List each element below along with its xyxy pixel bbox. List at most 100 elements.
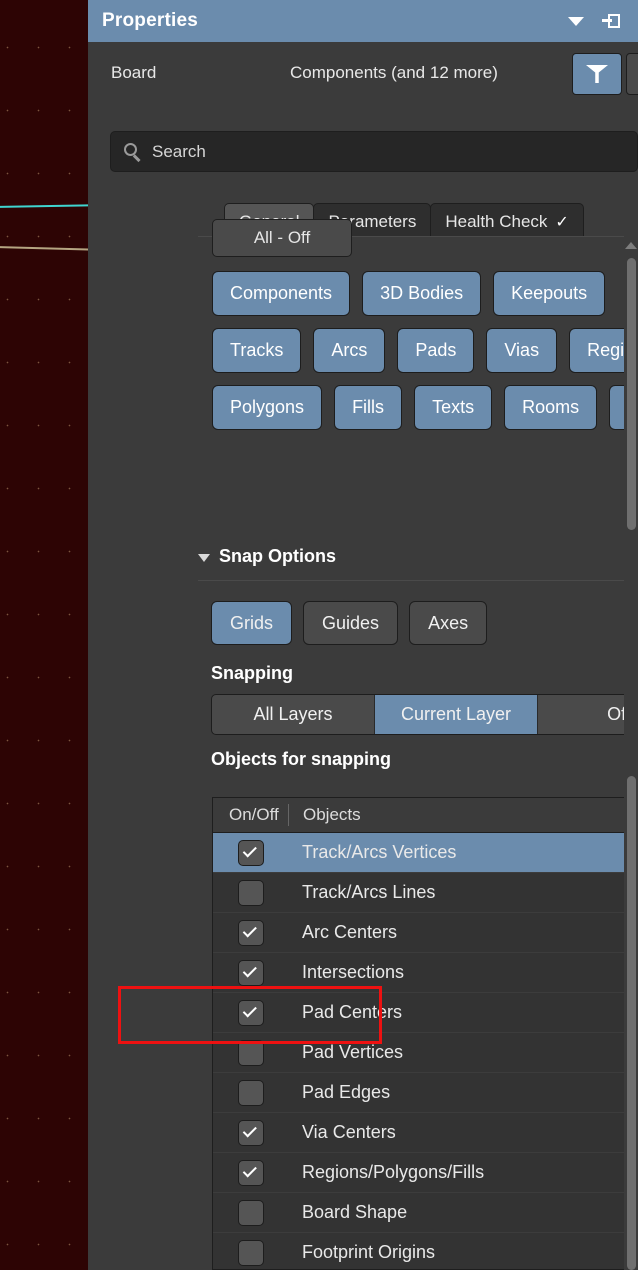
row-label: Via Centers xyxy=(288,1122,396,1143)
grid-dots xyxy=(0,0,88,1270)
chip-fills[interactable]: Fills xyxy=(334,385,402,430)
properties-panel: Properties Board Components (and 12 more… xyxy=(88,0,638,1270)
checkbox-cell xyxy=(213,1040,288,1066)
chip-label: 3D Bodies xyxy=(380,283,463,304)
chip-label: Keepouts xyxy=(511,283,587,304)
chevron-down-icon[interactable] xyxy=(568,17,584,26)
table-row[interactable]: Pad Edges xyxy=(213,1073,638,1113)
snap-target-buttons: Grids Guides Axes xyxy=(211,601,487,645)
table-row[interactable]: Pad Vertices xyxy=(213,1033,638,1073)
snapping-segmented-control: All Layers Current Layer Off xyxy=(211,694,638,735)
scrollbar-thumb[interactable] xyxy=(627,776,636,1270)
triangle-down-icon xyxy=(198,554,210,562)
row-label: Arc Centers xyxy=(288,922,397,943)
row-checkbox[interactable] xyxy=(238,1080,264,1106)
search-icon xyxy=(124,143,141,160)
tab-health-check[interactable]: Health Check ✓ xyxy=(430,203,583,240)
row-label: Board Shape xyxy=(288,1202,407,1223)
snap-options-section: Grids Guides Axes Snapping Shift+E All L… xyxy=(198,580,638,788)
checkbox-cell xyxy=(213,1240,288,1266)
chip-components[interactable]: Components xyxy=(212,271,350,316)
table-header: On/Off Objects xyxy=(213,798,638,833)
row-label: Track/Arcs Vertices xyxy=(288,842,456,863)
object-scope-row: Board Components (and 12 more) xyxy=(88,42,638,104)
snap-button-label: Guides xyxy=(322,613,379,634)
table-row[interactable]: Via Centers xyxy=(213,1113,638,1153)
row-label: Pad Centers xyxy=(288,1002,402,1023)
segment-off[interactable]: Off xyxy=(538,695,638,734)
snap-options-title: Snap Options xyxy=(219,546,336,567)
table-body: Track/Arcs Vertices Track/Arcs Lines Arc C… xyxy=(213,833,638,1270)
row-checkbox[interactable] xyxy=(238,920,264,946)
row-checkbox[interactable] xyxy=(238,1000,264,1026)
chip-pads[interactable]: Pads xyxy=(397,328,474,373)
filter-button[interactable] xyxy=(572,53,622,95)
snap-objects-table: On/Off Objects Track/Arcs VerticesTrack/… xyxy=(212,797,638,1270)
search-input[interactable]: Search xyxy=(110,131,638,172)
titlebar-icons xyxy=(568,14,624,28)
all-off-button[interactable]: All - Off xyxy=(212,219,352,257)
objects-for-snapping-label: Objects for snapping xyxy=(211,749,391,770)
dock-pin-icon[interactable] xyxy=(602,14,620,28)
table-row[interactable]: Footprint Origins xyxy=(213,1233,638,1270)
all-off-label: All - Off xyxy=(254,228,310,248)
chip-texts[interactable]: Texts xyxy=(414,385,492,430)
chip-3d-bodies[interactable]: 3D Bodies xyxy=(362,271,481,316)
chip-label: Polygons xyxy=(230,397,304,418)
column-header-objects: Objects xyxy=(289,805,638,825)
row-label: Track/Arcs Lines xyxy=(288,882,435,903)
scrollbar-thumb[interactable] xyxy=(627,258,636,530)
snap-button-label: Axes xyxy=(428,613,468,634)
chip-arcs[interactable]: Arcs xyxy=(313,328,385,373)
segment-all-layers[interactable]: All Layers xyxy=(212,695,375,734)
pcb-canvas[interactable] xyxy=(0,0,88,1270)
table-row[interactable]: Board Shape xyxy=(213,1193,638,1233)
row-checkbox[interactable] xyxy=(238,1160,264,1186)
column-header-onoff: On/Off xyxy=(213,805,288,825)
table-row[interactable]: Regions/Polygons/Fills xyxy=(213,1153,638,1193)
row-label: Regions/Polygons/Fills xyxy=(288,1162,484,1183)
segment-label: Current Layer xyxy=(401,704,511,725)
chip-vias[interactable]: Vias xyxy=(486,328,557,373)
row-checkbox[interactable] xyxy=(238,1040,264,1066)
segment-current-layer[interactable]: Current Layer xyxy=(375,695,538,734)
row-checkbox[interactable] xyxy=(238,960,264,986)
funnel-icon xyxy=(586,65,608,83)
object-type-chips: Components 3D Bodies Keepouts Tracks Arc… xyxy=(212,271,638,430)
table-row[interactable]: Track/Arcs Lines xyxy=(213,873,638,913)
table-row[interactable]: Intersections xyxy=(213,953,638,993)
row-checkbox[interactable] xyxy=(238,1240,264,1266)
checkbox-cell xyxy=(213,1160,288,1186)
chip-tracks[interactable]: Tracks xyxy=(212,328,301,373)
row-label: Footprint Origins xyxy=(288,1242,435,1263)
triangle-up-icon[interactable] xyxy=(625,242,637,249)
chip-polygons[interactable]: Polygons xyxy=(212,385,322,430)
check-icon xyxy=(243,923,257,937)
scope-board-label: Board xyxy=(111,63,156,83)
table-row[interactable]: Arc Centers xyxy=(213,913,638,953)
row-checkbox[interactable] xyxy=(238,880,264,906)
checkbox-cell xyxy=(213,1120,288,1146)
chip-label: Tracks xyxy=(230,340,283,361)
check-icon xyxy=(243,1123,257,1137)
tab-label: Health Check xyxy=(445,212,547,232)
chip-label: Rooms xyxy=(522,397,579,418)
chip-keepouts[interactable]: Keepouts xyxy=(493,271,605,316)
chip-label: Components xyxy=(230,283,332,304)
checkbox-cell xyxy=(213,920,288,946)
snap-guides-button[interactable]: Guides xyxy=(303,601,398,645)
panel-titlebar: Properties xyxy=(88,0,638,42)
check-icon xyxy=(243,843,257,857)
table-row[interactable]: Track/Arcs Vertices xyxy=(213,833,638,873)
chip-rooms[interactable]: Rooms xyxy=(504,385,597,430)
filter-secondary-button[interactable] xyxy=(626,53,638,95)
panel-scrollbar[interactable] xyxy=(624,236,638,1270)
snap-axes-button[interactable]: Axes xyxy=(409,601,487,645)
row-label: Pad Vertices xyxy=(288,1042,403,1063)
snap-options-header[interactable]: Snap Options xyxy=(198,546,336,567)
table-row[interactable]: Pad Centers xyxy=(213,993,638,1033)
snap-grids-button[interactable]: Grids xyxy=(211,601,292,645)
row-checkbox[interactable] xyxy=(238,840,264,866)
row-checkbox[interactable] xyxy=(238,1200,264,1226)
row-checkbox[interactable] xyxy=(238,1120,264,1146)
